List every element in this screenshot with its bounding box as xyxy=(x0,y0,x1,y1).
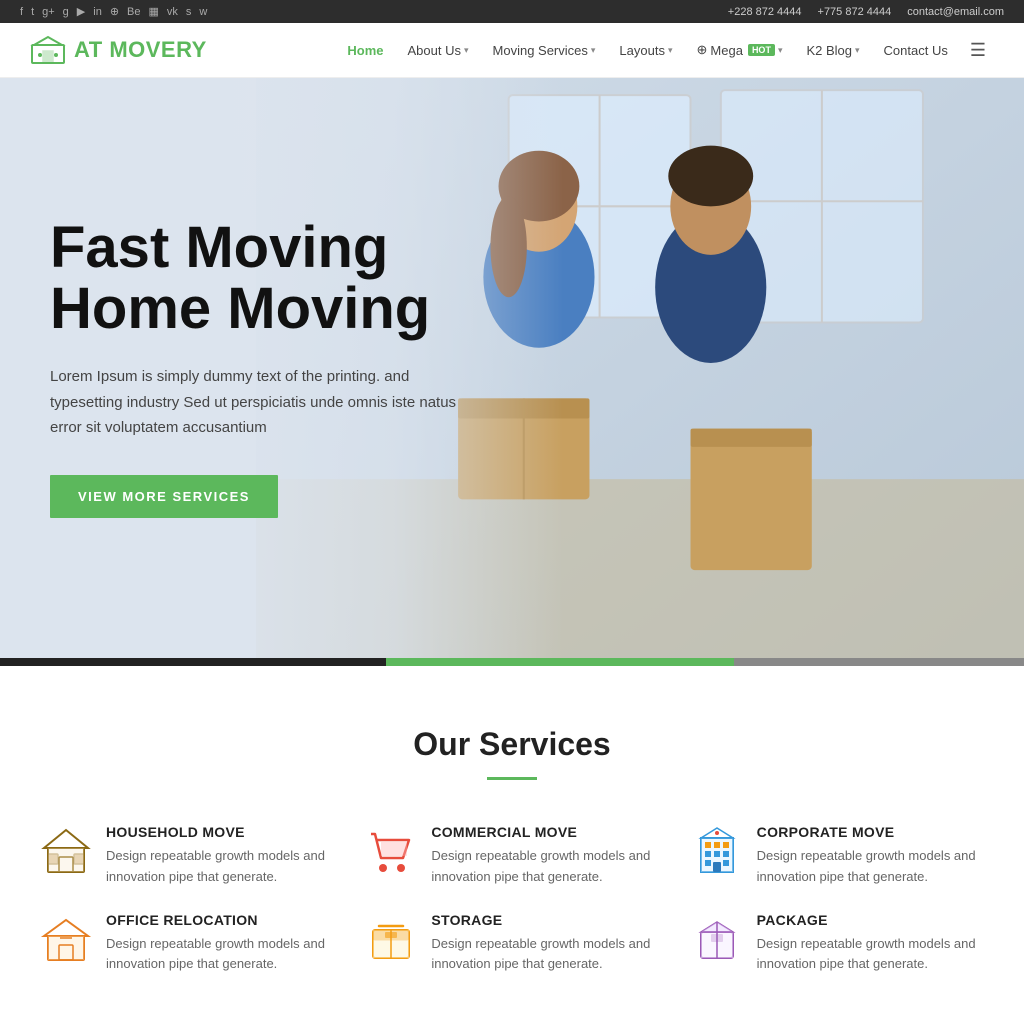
bb-icon[interactable]: ▦ xyxy=(149,5,159,18)
logo-at: AT xyxy=(74,37,109,62)
office-desc: Design repeatable growth models and inno… xyxy=(106,934,333,976)
view-more-services-button[interactable]: VIEW MORE SERVICES xyxy=(50,475,278,518)
package-icon xyxy=(691,912,743,964)
main-nav: Home About Us ▾ Moving Services ▾ Layout… xyxy=(337,36,994,65)
household-icon xyxy=(40,824,92,876)
package-desc: Design repeatable growth models and inno… xyxy=(757,934,984,976)
hero-section: Fast Moving Home Moving Lorem Ipsum is s… xyxy=(0,78,1024,658)
vk-icon[interactable]: vk xyxy=(167,6,178,18)
commercial-desc: Design repeatable growth models and inno… xyxy=(431,846,658,888)
k2blog-chevron: ▾ xyxy=(855,45,860,56)
gplus-icon[interactable]: g+ xyxy=(42,6,55,18)
household-desc: Design repeatable growth models and inno… xyxy=(106,846,333,888)
about-chevron: ▾ xyxy=(464,45,469,56)
hamburger-menu[interactable]: ☰ xyxy=(962,36,994,65)
office-icon xyxy=(40,912,92,964)
skype-icon[interactable]: s xyxy=(186,6,192,18)
hero-title-line1: Fast Moving xyxy=(50,215,388,280)
household-title: HOUSEHOLD MOVE xyxy=(106,824,333,840)
logo-movery: MOVERY xyxy=(109,37,207,62)
whatsapp-icon[interactable]: w xyxy=(199,6,207,18)
storage-content: STORAGE Design repeatable growth models … xyxy=(431,912,658,976)
nav-mega[interactable]: ⊕ Mega HOT ▾ xyxy=(687,36,793,64)
progress-bar-gray xyxy=(734,658,1024,666)
top-bar: f t g+ g ▶ in ⊕ Be ▦ vk s w +228 872 444… xyxy=(0,0,1024,23)
mega-chevron: ▾ xyxy=(778,45,783,56)
contact-info: +228 872 4444 +775 872 4444 contact@emai… xyxy=(728,6,1004,18)
instagram-icon[interactable]: ⊕ xyxy=(110,5,119,18)
twitter-icon[interactable]: t xyxy=(31,6,34,18)
section-underline xyxy=(487,777,537,780)
header: AT MOVERY Home About Us ▾ Moving Service… xyxy=(0,23,1024,78)
hero-title-line2: Home Moving xyxy=(50,276,430,341)
progress-bars xyxy=(0,658,1024,666)
hot-badge: HOT xyxy=(748,44,775,56)
facebook-icon[interactable]: f xyxy=(20,6,23,18)
nav-k2blog[interactable]: K2 Blog ▾ xyxy=(796,37,869,64)
hero-title: Fast Moving Home Moving xyxy=(50,218,470,340)
layouts-chevron: ▾ xyxy=(668,45,673,56)
hero-content: Fast Moving Home Moving Lorem Ipsum is s… xyxy=(0,158,520,577)
commercial-title: COMMERCIAL MOVE xyxy=(431,824,658,840)
email: contact@email.com xyxy=(907,6,1004,18)
commercial-icon xyxy=(365,824,417,876)
corporate-content: CORPORATE MOVE Design repeatable growth … xyxy=(757,824,984,888)
youtube-icon[interactable]: ▶ xyxy=(77,5,85,18)
corporate-title: CORPORATE MOVE xyxy=(757,824,984,840)
corporate-desc: Design repeatable growth models and inno… xyxy=(757,846,984,888)
logo[interactable]: AT MOVERY xyxy=(30,35,207,65)
service-household-move: HOUSEHOLD MOVE Design repeatable growth … xyxy=(40,824,333,888)
storage-desc: Design repeatable growth models and inno… xyxy=(431,934,658,976)
package-title: PACKAGE xyxy=(757,912,984,928)
phone1: +228 872 4444 xyxy=(728,6,802,18)
mega-icon: ⊕ xyxy=(697,42,708,58)
progress-bar-green xyxy=(386,658,734,666)
hero-description: Lorem Ipsum is simply dummy text of the … xyxy=(50,364,470,441)
household-content: HOUSEHOLD MOVE Design repeatable growth … xyxy=(106,824,333,888)
office-content: OFFICE RELOCATION Design repeatable grow… xyxy=(106,912,333,976)
services-chevron: ▾ xyxy=(591,45,596,56)
nav-about[interactable]: About Us ▾ xyxy=(398,37,479,64)
commercial-content: COMMERCIAL MOVE Design repeatable growth… xyxy=(431,824,658,888)
service-package: PACKAGE Design repeatable growth models … xyxy=(691,912,984,976)
phone2: +775 872 4444 xyxy=(818,6,892,18)
service-office-relocation: OFFICE RELOCATION Design repeatable grow… xyxy=(40,912,333,976)
logo-text: AT MOVERY xyxy=(74,37,207,63)
google-icon[interactable]: g xyxy=(63,6,69,18)
package-content: PACKAGE Design repeatable growth models … xyxy=(757,912,984,976)
storage-title: STORAGE xyxy=(431,912,658,928)
service-corporate-move: CORPORATE MOVE Design repeatable growth … xyxy=(691,824,984,888)
service-commercial-move: COMMERCIAL MOVE Design repeatable growth… xyxy=(365,824,658,888)
progress-bar-dark xyxy=(0,658,386,666)
linkedin-icon[interactable]: in xyxy=(93,6,102,18)
office-title: OFFICE RELOCATION xyxy=(106,912,333,928)
corporate-icon xyxy=(691,824,743,876)
storage-icon xyxy=(365,912,417,964)
social-icons: f t g+ g ▶ in ⊕ Be ▦ vk s w xyxy=(20,5,207,18)
nav-contact[interactable]: Contact Us xyxy=(874,37,958,64)
behance-icon[interactable]: Be xyxy=(127,6,140,18)
nav-moving-services[interactable]: Moving Services ▾ xyxy=(483,37,606,64)
service-storage: STORAGE Design repeatable growth models … xyxy=(365,912,658,976)
services-title: Our Services xyxy=(40,726,984,763)
nav-layouts[interactable]: Layouts ▾ xyxy=(609,37,682,64)
nav-home[interactable]: Home xyxy=(337,37,393,64)
logo-icon-svg xyxy=(30,35,66,65)
services-section: Our Services HOUSEHOLD MOVE Design repea… xyxy=(0,666,1024,1015)
services-grid: HOUSEHOLD MOVE Design repeatable growth … xyxy=(40,824,984,975)
